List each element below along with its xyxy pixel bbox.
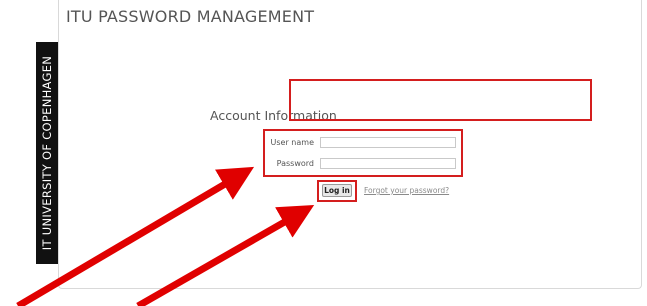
annotation-arrows (16, 166, 315, 306)
arrow-to-login-button (136, 205, 315, 306)
arrow-to-credentials (16, 166, 255, 306)
